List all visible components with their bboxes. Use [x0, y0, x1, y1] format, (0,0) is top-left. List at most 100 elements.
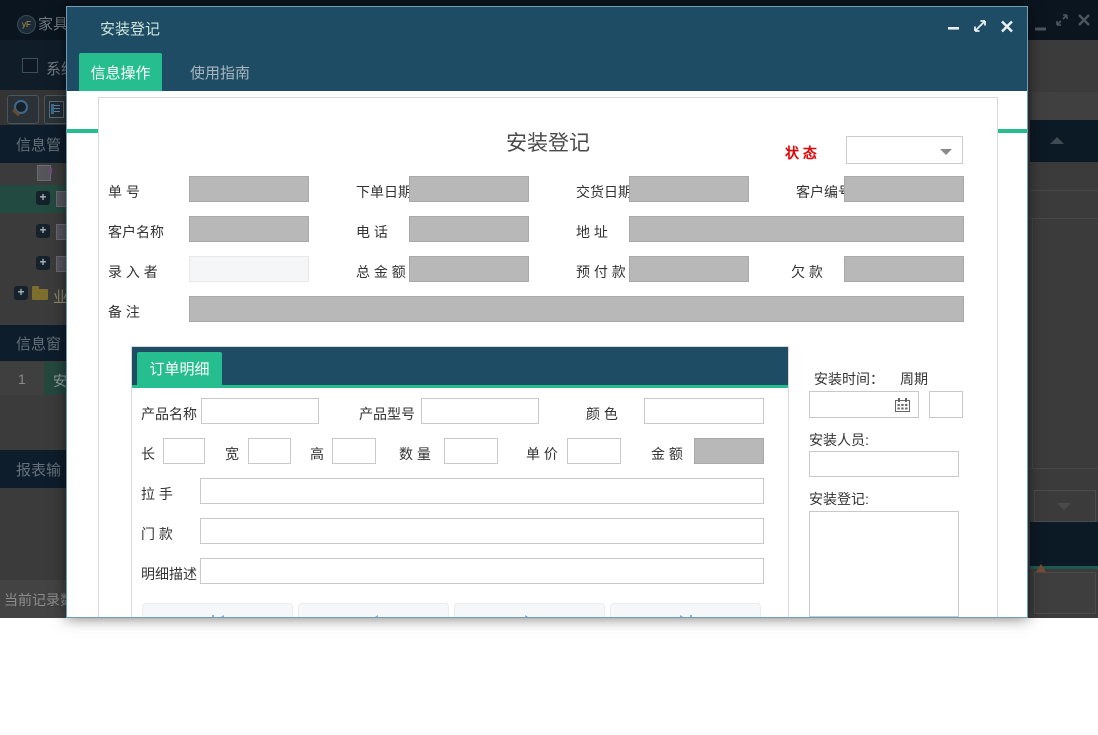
install-register-textarea[interactable]: [809, 511, 959, 617]
prepaid-label: 预 付 款: [576, 262, 626, 282]
description-input[interactable]: [200, 558, 764, 584]
right-panel-row: [1030, 190, 1098, 219]
app-title: 家具: [38, 13, 68, 34]
customer-no-input[interactable]: [844, 176, 964, 202]
amount-input[interactable]: [694, 438, 764, 464]
prepaid-input[interactable]: [629, 256, 749, 282]
install-date-input[interactable]: [809, 391, 919, 418]
background-minimize-icon: [1035, 18, 1046, 36]
install-time-label: 安装时间：: [814, 369, 884, 389]
calendar-icon[interactable]: [895, 398, 910, 417]
minimize-button[interactable]: [948, 19, 959, 33]
product-model-input[interactable]: [421, 398, 539, 424]
order-detail-underline: [132, 385, 788, 388]
width-label: 宽: [225, 444, 239, 464]
width-input[interactable]: [248, 438, 291, 464]
document-icon: [37, 165, 51, 181]
right-panel-dropdown: [1034, 490, 1096, 522]
app-logo-icon: yF: [17, 15, 36, 34]
right-panel-row: [1030, 162, 1098, 191]
chevron-down-icon: [1057, 503, 1071, 510]
folder-icon: [32, 289, 48, 300]
dialog-title: 安装登记: [100, 18, 160, 39]
expand-plus-icon: +: [14, 286, 28, 300]
order-date-label: 下单日期: [356, 182, 412, 202]
first-page-icon: [211, 615, 225, 618]
installer-label: 安装人员:: [809, 430, 869, 450]
total-amount-label: 总 金 额: [356, 262, 406, 282]
quantity-input[interactable]: [444, 438, 498, 464]
pagination-last-button[interactable]: [610, 603, 761, 618]
tab-info-operation[interactable]: 信息操作: [79, 53, 162, 91]
pagination-first-button[interactable]: [142, 603, 293, 618]
status-label: 状 态: [785, 143, 817, 163]
right-panel-box: [1034, 572, 1096, 614]
list-icon: [49, 101, 64, 118]
amount-label: 金 额: [651, 444, 683, 464]
delivery-date-input[interactable]: [629, 176, 749, 202]
dialog-titlebar[interactable]: 安装登记: [67, 7, 1027, 49]
product-name-input[interactable]: [201, 398, 319, 424]
expand-plus-icon: +: [36, 256, 50, 270]
recorder-input[interactable]: [189, 256, 309, 282]
handle-label: 拉 手: [141, 484, 173, 504]
right-panel-header: [1030, 120, 1098, 162]
door-style-input[interactable]: [200, 518, 764, 544]
close-button[interactable]: [1001, 19, 1013, 33]
info-row-number: 1: [18, 371, 26, 387]
cycle-label: 周期: [900, 369, 928, 389]
total-amount-input[interactable]: [409, 256, 529, 282]
remark-input[interactable]: [189, 296, 964, 322]
maximize-button[interactable]: [973, 19, 987, 33]
height-input[interactable]: [332, 438, 376, 464]
expand-plus-icon: +: [36, 224, 50, 238]
tab-user-guide[interactable]: 使用指南: [175, 53, 265, 91]
customer-name-input[interactable]: [189, 216, 309, 242]
length-label: 长: [141, 444, 155, 464]
color-label: 颜 色: [586, 404, 618, 424]
delivery-date-label: 交货日期: [576, 182, 632, 202]
last-page-icon: [679, 615, 693, 618]
screen: yF 家具 系统: [0, 0, 1098, 735]
tab-order-detail[interactable]: 订单明细: [137, 352, 222, 385]
order-no-input[interactable]: [189, 176, 309, 202]
cycle-input[interactable]: [929, 391, 963, 418]
installer-input[interactable]: [809, 451, 959, 477]
order-no-label: 单 号: [108, 182, 140, 202]
door-style-label: 门 款: [141, 524, 173, 544]
info-row-label: 安: [53, 371, 67, 391]
product-model-label: 产品型号: [359, 404, 415, 424]
record-count-text: 当前记录数: [4, 590, 74, 610]
address-input[interactable]: [629, 216, 964, 242]
chevron-down-icon: [940, 149, 952, 155]
expand-plus-icon: +: [36, 191, 50, 205]
right-panel-row: [1030, 468, 1098, 491]
phone-input[interactable]: [409, 216, 529, 242]
unit-price-input[interactable]: [567, 438, 621, 464]
chevron-up-icon: [1050, 137, 1064, 144]
customer-name-label: 客户名称: [108, 222, 164, 242]
background-restore-icon: [1056, 13, 1068, 31]
right-panel-row: [1032, 92, 1098, 121]
handle-input[interactable]: [200, 478, 764, 504]
pagination-prev-button[interactable]: [298, 603, 449, 618]
search-tool-button: [7, 95, 39, 124]
color-input[interactable]: [644, 398, 764, 424]
description-label: 明细描述: [141, 564, 197, 584]
order-detail-header: 订单明细: [132, 347, 788, 385]
address-label: 地 址: [576, 222, 608, 242]
length-input[interactable]: [163, 438, 205, 464]
next-page-icon: [524, 615, 535, 618]
pagination-next-button[interactable]: [454, 603, 605, 618]
checkbox-icon: [22, 58, 38, 73]
status-select[interactable]: [846, 136, 963, 164]
install-register-dialog: 安装登记 信息操作 使用指南 安装登记 状 态: [66, 6, 1028, 618]
recorder-label: 录 入 者: [108, 262, 158, 282]
right-panel-dark-bar: [1030, 522, 1098, 569]
arrears-label: 欠 款: [791, 262, 823, 282]
prev-page-icon: [368, 615, 379, 618]
order-date-input[interactable]: [409, 176, 529, 202]
arrears-input[interactable]: [844, 256, 964, 282]
right-panel-body: [1032, 218, 1098, 468]
phone-label: 电 话: [356, 222, 388, 242]
